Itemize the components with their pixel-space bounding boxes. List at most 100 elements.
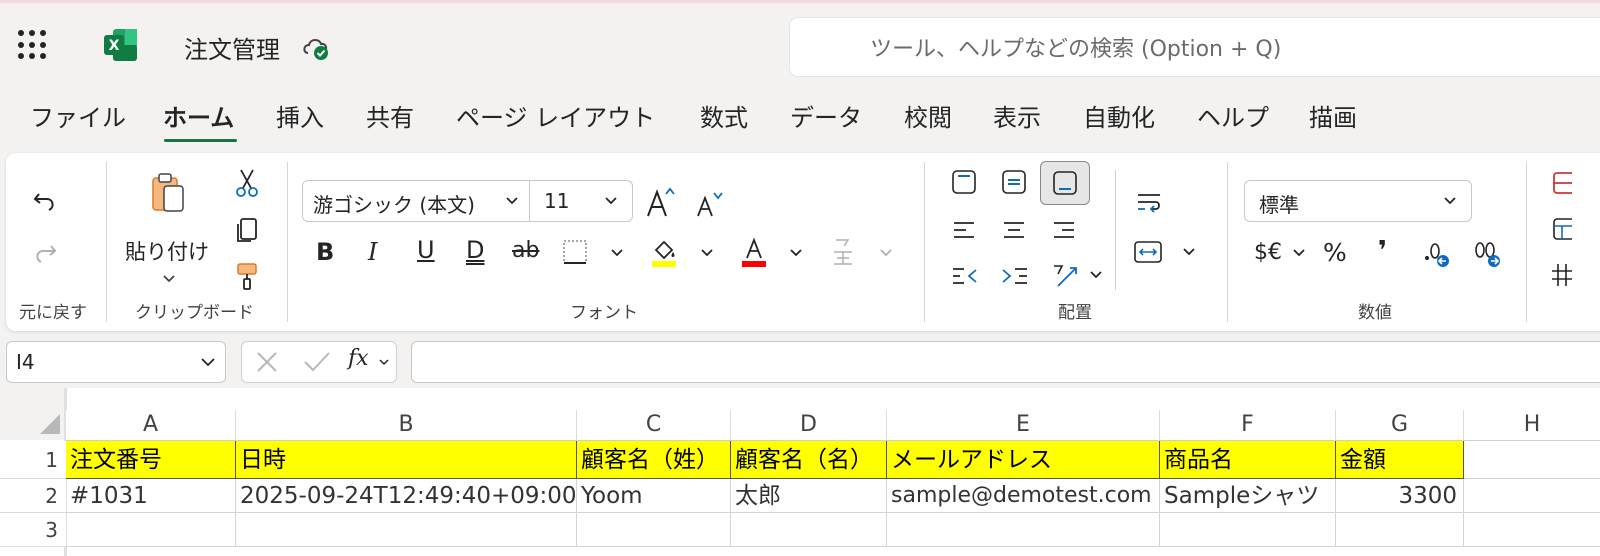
cell-e1[interactable]: メールアドレス xyxy=(887,441,1160,479)
italic-icon[interactable]: I xyxy=(368,238,377,266)
chevron-down-icon[interactable] xyxy=(1088,268,1104,282)
cell-c3[interactable] xyxy=(577,513,731,547)
cell-e3[interactable] xyxy=(887,513,1160,547)
chevron-down-icon[interactable] xyxy=(609,246,625,260)
merge-center-icon[interactable] xyxy=(1132,238,1164,266)
tab-help[interactable]: ヘルプ xyxy=(1197,98,1269,133)
underline-icon[interactable]: U xyxy=(417,236,435,264)
align-center-icon[interactable] xyxy=(1000,216,1028,244)
cell-c1[interactable]: 顧客名（姓） xyxy=(577,441,731,479)
undo-icon[interactable] xyxy=(30,186,60,216)
cell-h3[interactable] xyxy=(1464,513,1600,547)
paste-icon[interactable] xyxy=(150,172,186,214)
column-header-g[interactable]: G xyxy=(1336,410,1464,440)
decrease-decimal-icon[interactable] xyxy=(1471,238,1505,270)
fill-color-icon[interactable] xyxy=(650,236,680,268)
paste-button[interactable]: 貼り付け xyxy=(125,236,209,266)
cell-h1[interactable] xyxy=(1464,441,1600,479)
align-left-icon[interactable] xyxy=(950,216,978,244)
double-underline-icon[interactable]: D xyxy=(466,236,484,264)
column-header-b[interactable]: B xyxy=(236,410,577,440)
cell-a1[interactable]: 注文番号 xyxy=(66,441,236,479)
percent-format-icon[interactable]: % xyxy=(1323,238,1347,267)
cell-a2[interactable]: #1031 xyxy=(66,479,236,513)
chevron-down-icon[interactable] xyxy=(699,246,715,260)
decrease-indent-icon[interactable] xyxy=(950,262,980,290)
tab-data[interactable]: データ xyxy=(790,98,862,133)
search-placeholder[interactable]: ツール、ヘルプなどの検索 (Option + Q) xyxy=(870,31,1281,63)
cell-f3[interactable] xyxy=(1160,513,1336,547)
tab-view[interactable]: 表示 xyxy=(993,98,1041,133)
increase-indent-icon[interactable] xyxy=(1000,262,1030,290)
cell-g3[interactable] xyxy=(1336,513,1464,547)
copy-icon[interactable] xyxy=(233,215,261,245)
redo-icon[interactable] xyxy=(30,238,60,268)
column-header-a[interactable]: A xyxy=(66,410,236,440)
increase-font-size-icon[interactable] xyxy=(645,184,677,220)
strikethrough-icon[interactable]: ab xyxy=(512,238,539,263)
chevron-down-icon[interactable] xyxy=(1181,245,1197,259)
tab-insert[interactable]: 挿入 xyxy=(276,98,324,133)
cell-b3[interactable] xyxy=(236,513,577,547)
tab-draw[interactable]: 描画 xyxy=(1309,98,1357,133)
insert-function-icon[interactable]: fx xyxy=(348,346,369,371)
column-header-h[interactable]: H xyxy=(1464,410,1600,440)
currency-format-icon[interactable]: $€ xyxy=(1254,240,1282,265)
cell-b1[interactable]: 日時 xyxy=(236,441,577,479)
cell-e2[interactable]: sample@demotest.com xyxy=(887,479,1160,513)
font-color-icon[interactable] xyxy=(740,236,770,268)
cell-g1[interactable]: 金額 xyxy=(1336,441,1464,479)
font-size-dropdown[interactable]: 11 xyxy=(529,180,633,222)
cell-d1[interactable]: 顧客名（名） xyxy=(731,441,887,479)
tab-home[interactable]: ホーム xyxy=(163,98,234,133)
tab-formulas[interactable]: 数式 xyxy=(700,98,748,133)
borders-icon[interactable] xyxy=(561,238,589,266)
cell-styles-icon[interactable] xyxy=(1550,262,1572,288)
orientation-icon[interactable] xyxy=(1050,262,1080,290)
cell-h2[interactable] xyxy=(1464,479,1600,513)
font-name-dropdown[interactable]: 游ゴシック (本文) xyxy=(302,180,532,222)
column-header-e[interactable]: E xyxy=(887,410,1160,440)
app-launcher-icon[interactable] xyxy=(18,30,48,60)
name-box[interactable] xyxy=(6,341,226,383)
document-title[interactable]: 注文管理 xyxy=(184,30,280,65)
tab-file[interactable]: ファイル xyxy=(30,98,126,133)
column-header-f[interactable]: F xyxy=(1160,410,1336,440)
chevron-down-icon[interactable] xyxy=(788,246,804,260)
cell-f1[interactable]: 商品名 xyxy=(1160,441,1336,479)
column-header-d[interactable]: D xyxy=(731,410,887,440)
cell-d2[interactable]: 太郎 xyxy=(731,479,887,513)
tab-automate[interactable]: 自動化 xyxy=(1083,98,1155,133)
row-header-2[interactable]: 2 xyxy=(0,479,66,513)
chevron-down-icon[interactable] xyxy=(1291,246,1307,260)
align-middle-icon[interactable] xyxy=(1000,168,1028,196)
excel-logo-icon[interactable]: X xyxy=(103,28,139,62)
cell-b2[interactable]: 2025-09-24T12:49:40+09:00 xyxy=(236,479,577,513)
number-format-dropdown[interactable]: 標準 xyxy=(1244,180,1472,222)
tab-page-layout[interactable]: ページ レイアウト xyxy=(456,98,655,133)
cell-g2[interactable]: 3300 xyxy=(1336,479,1464,513)
cell-f2[interactable]: Sampleシャツ xyxy=(1160,479,1336,513)
cell-a3[interactable] xyxy=(66,513,236,547)
cell-c2[interactable]: Yoom xyxy=(577,479,731,513)
increase-decimal-icon[interactable] xyxy=(1421,238,1453,270)
cell-d3[interactable] xyxy=(731,513,887,547)
cloud-saved-icon[interactable] xyxy=(300,31,332,63)
row-header-1[interactable]: 1 xyxy=(0,441,66,479)
formula-input[interactable] xyxy=(411,341,1600,383)
name-box-chevron-icon[interactable] xyxy=(200,355,216,369)
decrease-font-size-icon[interactable] xyxy=(695,188,725,220)
paste-chevron-icon[interactable] xyxy=(160,272,178,286)
tab-review[interactable]: 校閲 xyxy=(904,98,952,133)
row-header-3[interactable]: 3 xyxy=(0,513,66,547)
format-as-table-icon[interactable] xyxy=(1550,216,1572,242)
bold-icon[interactable]: B xyxy=(316,238,334,266)
wrap-text-icon[interactable] xyxy=(1134,188,1164,216)
cut-icon[interactable] xyxy=(233,168,261,198)
chevron-down-icon[interactable] xyxy=(378,357,390,367)
comma-format-icon[interactable]: ❜ xyxy=(1378,236,1387,266)
column-header-c[interactable]: C xyxy=(577,410,731,440)
conditional-formatting-icon[interactable] xyxy=(1550,170,1572,196)
align-bottom-button[interactable] xyxy=(1040,161,1090,205)
tab-share[interactable]: 共有 xyxy=(366,98,414,133)
